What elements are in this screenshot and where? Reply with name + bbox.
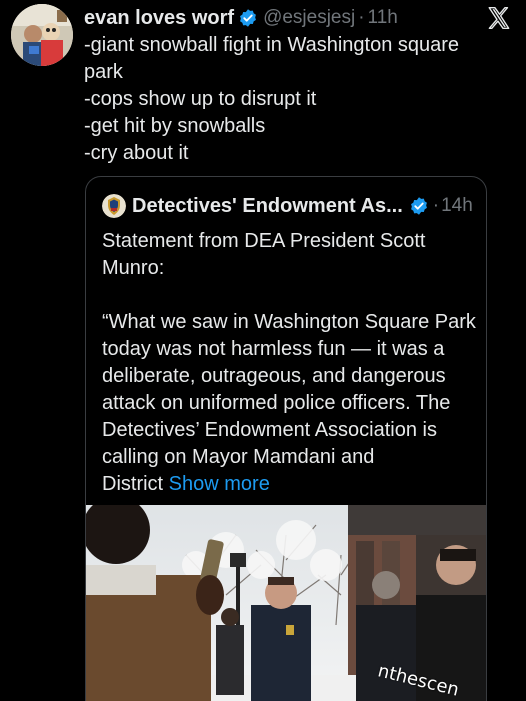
quote-text-line: deliberate, outrageous, and dangerous [102,365,446,387]
quote-media-image[interactable]: nthescen [86,505,486,701]
separator-dot: · [358,7,365,28]
quote-text-line: attack on uniformed police officers. The [102,392,451,414]
verified-badge-icon [238,8,258,28]
show-more-link[interactable]: Show more [169,473,270,495]
quote-text-line: Statement from DEA President Scott [102,230,426,252]
quote-text-line: Detectives’ Endowment Association is [102,419,437,441]
quote-text-line [102,282,482,309]
tweet-text: -giant snowball fight in Washington squa… [84,32,504,167]
tweet-header: evan loves worf @esjesjesj · 11h [84,4,398,32]
tweet-timestamp[interactable]: 11h [368,7,398,29]
quote-text-line: District Show more [102,471,482,498]
quote-header: Detectives' Endowment As... · 14h [102,194,473,218]
profile-photo-avatar [11,4,73,66]
tweet-text-line: -get hit by snowballs [84,115,266,137]
x-logo-icon [486,5,512,31]
author-avatar[interactable] [11,4,73,66]
tweet-text-line: -giant snowball fight in Washington squa… [84,34,460,56]
author-handle[interactable]: @esjesjesj [263,7,355,29]
quote-text: Statement from DEA President Scott Munro… [102,228,482,498]
author-display-name[interactable]: evan loves worf [84,7,234,30]
tweet-text-line: -cops show up to disrupt it [84,88,317,110]
tweet-text-line: -cry about it [84,142,189,164]
tweet-text-line: park [84,61,123,83]
tweet[interactable]: evan loves worf @esjesjesj · 11h -giant … [0,0,526,701]
quote-text-last: District [102,473,164,495]
quote-timestamp[interactable]: 14h [441,195,473,217]
quote-text-line: “What we saw in Washington Square Park [102,311,476,333]
quote-text-line: today was not harmless fun — it was a [102,338,445,360]
quote-text-line: Munro: [102,257,165,279]
quote-text-line: calling on Mayor Mamdani and [102,446,375,468]
verified-badge-icon [409,196,429,216]
quoted-tweet-card[interactable]: Detectives' Endowment As... · 14h Statem… [85,176,487,701]
quote-display-name[interactable]: Detectives' Endowment As... [132,195,403,218]
dea-badge-avatar[interactable] [102,194,126,218]
separator-dot: · [432,195,440,216]
